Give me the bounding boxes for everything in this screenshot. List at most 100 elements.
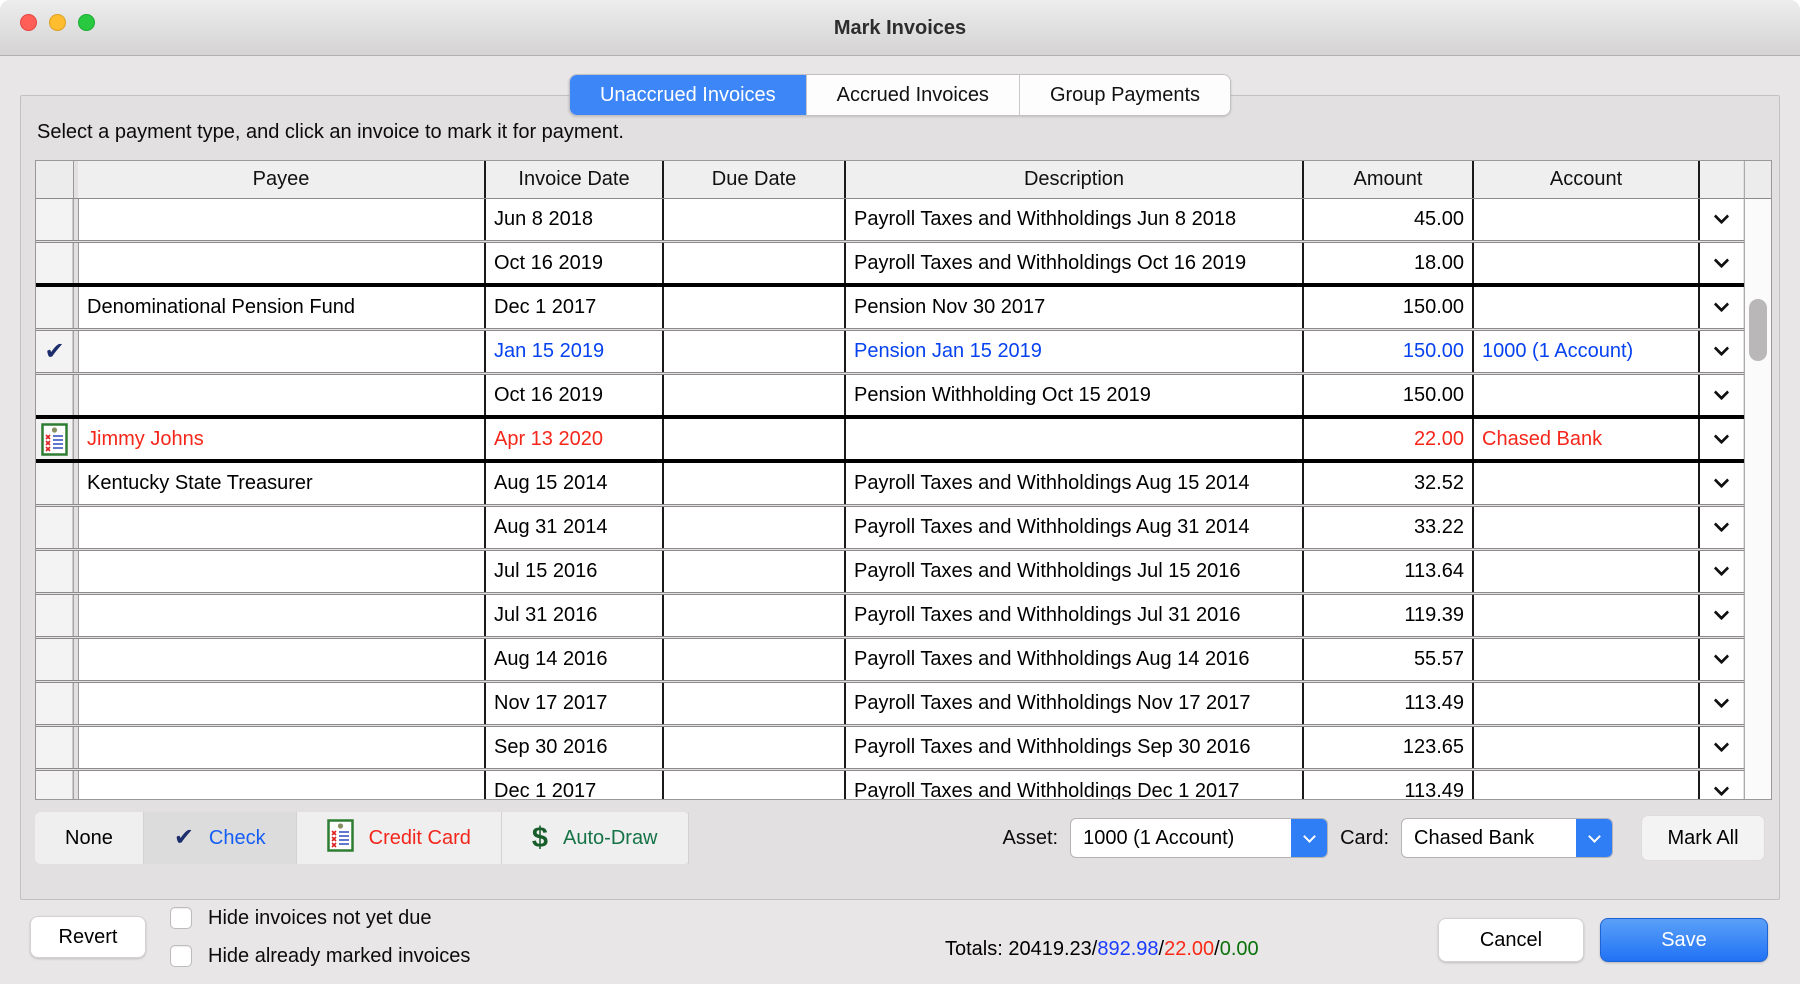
cell-payee[interactable] [78,683,486,724]
cell-description[interactable] [846,419,1304,459]
table-row[interactable]: ✔ Jan 15 2019 Pension Jan 15 2019 150.00… [36,331,1744,375]
row-marker[interactable] [36,595,74,636]
cell-payee[interactable] [78,639,486,680]
cell-due-date[interactable] [664,419,846,459]
save-button[interactable]: Save [1600,918,1768,962]
payment-type-check[interactable]: ✔ Check [144,812,297,864]
asset-dropdown[interactable]: 1000 (1 Account) [1070,818,1328,858]
table-row[interactable]: Oct 16 2019 Pension Withholding Oct 15 2… [36,375,1744,419]
row-marker[interactable] [36,727,74,768]
row-marker[interactable] [36,683,74,724]
account-dropdown-button[interactable] [1700,243,1743,283]
row-marker[interactable] [36,419,74,459]
table-row[interactable]: Jul 31 2016 Payroll Taxes and Withholdin… [36,595,1744,639]
cell-account[interactable] [1474,463,1700,504]
cell-payee[interactable] [78,771,486,799]
row-marker[interactable] [36,639,74,680]
cell-account[interactable] [1474,243,1700,283]
cell-account[interactable] [1474,595,1700,636]
mark-all-button[interactable]: Mark All [1641,815,1765,861]
cell-invoice-date[interactable]: Aug 15 2014 [486,463,664,504]
cell-account[interactable] [1474,771,1700,799]
cell-description[interactable]: Pension Jan 15 2019 [846,331,1304,372]
cell-account[interactable] [1474,287,1700,328]
cell-account[interactable] [1474,551,1700,592]
cell-payee[interactable] [78,727,486,768]
row-marker[interactable] [36,243,74,283]
cell-amount[interactable]: 150.00 [1304,331,1474,372]
payment-type-auto-draw[interactable]: $ Auto-Draw [502,812,689,864]
tab-accrued-invoices[interactable]: Accrued Invoices [807,75,1020,115]
row-marker[interactable] [36,551,74,592]
cell-account[interactable]: 1000 (1 Account) [1474,331,1700,372]
table-row[interactable]: Sep 30 2016 Payroll Taxes and Withholdin… [36,727,1744,771]
cell-payee[interactable] [78,551,486,592]
cell-payee[interactable] [78,375,486,415]
cell-description[interactable]: Payroll Taxes and Withholdings Jul 31 20… [846,595,1304,636]
cell-payee[interactable]: Denominational Pension Fund [78,287,486,328]
card-dropdown[interactable]: Chased Bank [1401,818,1613,858]
cell-payee[interactable] [78,243,486,283]
cell-invoice-date[interactable]: Jul 15 2016 [486,551,664,592]
card-dropdown-button[interactable] [1576,819,1612,857]
table-row[interactable]: Denominational Pension Fund Dec 1 2017 P… [36,287,1744,331]
row-marker[interactable] [36,463,74,504]
account-dropdown-button[interactable] [1700,331,1743,372]
cell-account[interactable] [1474,683,1700,724]
account-dropdown-button[interactable] [1700,199,1743,240]
cell-payee[interactable] [78,199,486,240]
cell-amount[interactable]: 22.00 [1304,419,1474,459]
account-dropdown-button[interactable] [1700,419,1743,459]
table-row[interactable]: Jun 8 2018 Payroll Taxes and Withholding… [36,199,1744,243]
cell-payee[interactable]: Kentucky State Treasurer [78,463,486,504]
cell-amount[interactable]: 45.00 [1304,199,1474,240]
cell-invoice-date[interactable]: Apr 13 2020 [486,419,664,459]
account-dropdown-button[interactable] [1700,375,1743,415]
account-dropdown-button[interactable] [1700,507,1743,548]
cell-invoice-date[interactable]: Jul 31 2016 [486,595,664,636]
scrollbar-track[interactable] [1745,199,1771,799]
cell-due-date[interactable] [664,771,846,799]
cell-description[interactable]: Payroll Taxes and Withholdings Dec 1 201… [846,771,1304,799]
table-row[interactable]: Dec 1 2017 Payroll Taxes and Withholding… [36,771,1744,799]
cell-invoice-date[interactable]: Oct 16 2019 [486,243,664,283]
cell-description[interactable]: Pension Nov 30 2017 [846,287,1304,328]
cell-amount[interactable]: 150.00 [1304,287,1474,328]
account-dropdown-button[interactable] [1700,683,1743,724]
row-marker[interactable] [36,507,74,548]
row-marker[interactable] [36,199,74,240]
payment-type-none[interactable]: None [35,812,144,864]
cell-description[interactable]: Pension Withholding Oct 15 2019 [846,375,1304,415]
cell-amount[interactable]: 113.49 [1304,771,1474,799]
cell-amount[interactable]: 113.49 [1304,683,1474,724]
table-row[interactable]: Aug 14 2016 Payroll Taxes and Withholdin… [36,639,1744,683]
cell-amount[interactable]: 150.00 [1304,375,1474,415]
cell-due-date[interactable] [664,287,846,328]
cell-amount[interactable]: 119.39 [1304,595,1474,636]
cell-invoice-date[interactable]: Dec 1 2017 [486,771,664,799]
scrollbar-thumb[interactable] [1749,299,1767,361]
table-row[interactable]: Aug 31 2014 Payroll Taxes and Withholdin… [36,507,1744,551]
cell-account[interactable] [1474,727,1700,768]
cell-description[interactable]: Payroll Taxes and Withholdings Aug 14 20… [846,639,1304,680]
asset-dropdown-button[interactable] [1291,819,1327,857]
cell-invoice-date[interactable]: Jun 8 2018 [486,199,664,240]
cell-account[interactable] [1474,375,1700,415]
cell-due-date[interactable] [664,595,846,636]
cell-invoice-date[interactable]: Jan 15 2019 [486,331,664,372]
cell-invoice-date[interactable]: Nov 17 2017 [486,683,664,724]
table-row[interactable]: Nov 17 2017 Payroll Taxes and Withholdin… [36,683,1744,727]
account-dropdown-button[interactable] [1700,595,1743,636]
cell-amount[interactable]: 33.22 [1304,507,1474,548]
cell-invoice-date[interactable]: Dec 1 2017 [486,287,664,328]
cell-invoice-date[interactable]: Oct 16 2019 [486,375,664,415]
revert-button[interactable]: Revert [30,916,146,958]
row-marker[interactable] [36,771,74,799]
cell-due-date[interactable] [664,639,846,680]
account-dropdown-button[interactable] [1700,551,1743,592]
cell-due-date[interactable] [664,463,846,504]
cell-account[interactable] [1474,507,1700,548]
cell-description[interactable]: Payroll Taxes and Withholdings Aug 31 20… [846,507,1304,548]
cell-payee[interactable]: Jimmy Johns [78,419,486,459]
cell-amount[interactable]: 18.00 [1304,243,1474,283]
